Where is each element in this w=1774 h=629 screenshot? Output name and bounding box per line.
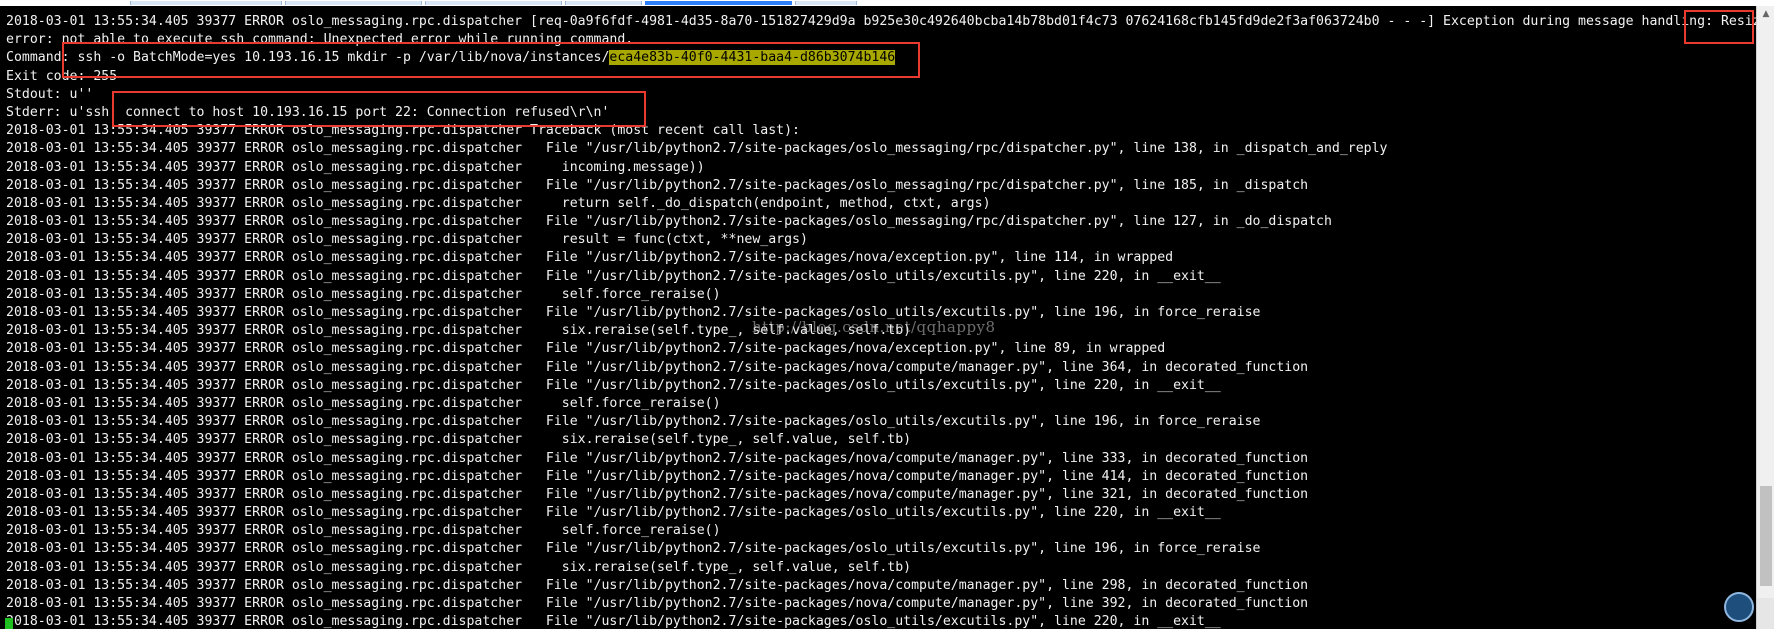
log-line: 2018-03-01 13:55:34.405 39377 ERROR oslo… — [6, 577, 1756, 595]
triangle-up-icon[interactable]: ▲ — [1757, 6, 1774, 22]
log-line: 2018-03-01 13:55:34.405 39377 ERROR oslo… — [6, 286, 1756, 304]
log-line: 2018-03-01 13:55:34.405 39377 ERROR oslo… — [6, 195, 1756, 213]
log-line-text: 2018-03-01 13:55:34.405 39377 ERROR oslo… — [6, 395, 721, 411]
log-line: 2018-03-01 13:55:34.405 39377 ERROR oslo… — [6, 504, 1756, 522]
log-line-text: 2018-03-01 13:55:34.405 39377 ERROR oslo… — [6, 614, 1221, 629]
log-line: 2018-03-01 13:55:34.405 39377 ERROR oslo… — [6, 486, 1756, 504]
session-tab[interactable] — [130, 1, 282, 5]
scrollbar-thumb[interactable] — [1760, 486, 1772, 586]
log-line-text: 2018-03-01 13:55:34.405 39377 ERROR oslo… — [6, 414, 1261, 430]
app-logo-icon[interactable] — [1724, 592, 1754, 622]
log-line: 2018-03-01 13:55:34.405 39377 ERROR oslo… — [6, 468, 1756, 486]
log-line-text: 2018-03-01 13:55:34.405 39377 ERROR oslo… — [6, 232, 808, 248]
log-line: 2018-03-01 13:55:34.405 39377 ERROR oslo… — [6, 377, 1756, 395]
log-line-text: 2018-03-01 13:55:34.405 39377 ERROR oslo… — [6, 541, 1261, 557]
log-line: 2018-03-01 13:55:34.405 39377 ERROR oslo… — [6, 304, 1756, 322]
scrollbar-corner — [1757, 598, 1774, 629]
log-line: 2018-03-01 13:55:34.405 39377 ERROR oslo… — [6, 249, 1756, 267]
log-line-text: Stdout: u'' — [6, 86, 94, 102]
log-line-text: 2018-03-01 13:55:34.405 39377 ERROR oslo… — [6, 305, 1261, 320]
log-line: 2018-03-01 13:55:34.405 39377 ERROR oslo… — [6, 159, 1756, 177]
log-line: 2018-03-01 13:55:34.405 39377 ERROR oslo… — [6, 268, 1756, 286]
session-tab[interactable] — [285, 1, 422, 5]
log-line-text: 2018-03-01 13:55:34.405 39377 ERROR oslo… — [6, 523, 721, 539]
terminal-output[interactable]: 2018-03-01 13:55:34.405 39377 ERROR oslo… — [0, 6, 1756, 629]
log-line: 2018-03-01 13:55:34.405 39377 ERROR oslo… — [6, 140, 1756, 158]
terminal-cursor — [5, 618, 13, 629]
annotation-box-stderr — [112, 91, 646, 127]
log-line-text: 2018-03-01 13:55:34.405 39377 ERROR oslo… — [6, 14, 1756, 29]
log-line: 2018-03-01 13:55:34.405 39377 ERROR oslo… — [6, 322, 1756, 340]
annotation-box-resize — [1684, 10, 1754, 44]
log-line-text: 2018-03-01 13:55:34.405 39377 ERROR oslo… — [6, 214, 1332, 230]
log-line-text: 2018-03-01 13:55:34.405 39377 ERROR oslo… — [6, 577, 1309, 593]
annotation-box-command — [62, 42, 920, 78]
log-line-text: 2018-03-01 13:55:34.405 39377 ERROR oslo… — [6, 195, 991, 211]
log-line: 2018-03-01 13:55:34.405 39377 ERROR oslo… — [6, 413, 1756, 431]
log-line-text: 2018-03-01 13:55:34.405 39377 ERROR oslo… — [6, 596, 1309, 611]
session-tab-active[interactable] — [645, 1, 792, 5]
log-line-text: 2018-03-01 13:55:34.405 39377 ERROR oslo… — [6, 432, 912, 448]
log-line: 2018-03-01 13:55:34.405 39377 ERROR oslo… — [6, 177, 1756, 195]
log-line: 2018-03-01 13:55:34.405 39377 ERROR oslo… — [6, 540, 1756, 558]
log-line: 2018-03-01 13:55:34.405 39377 ERROR oslo… — [6, 359, 1756, 377]
log-line-text: 2018-03-01 13:55:34.405 39377 ERROR oslo… — [6, 159, 705, 175]
log-line-text: 2018-03-01 13:55:34.405 39377 ERROR oslo… — [6, 286, 721, 302]
log-line-text: 2018-03-01 13:55:34.405 39377 ERROR oslo… — [6, 250, 1174, 266]
log-line-text: 2018-03-01 13:55:34.405 39377 ERROR oslo… — [6, 486, 1309, 502]
session-tab[interactable] — [565, 1, 642, 5]
log-line: 2018-03-01 13:55:34.405 39377 ERROR oslo… — [6, 450, 1756, 468]
log-line-text: 2018-03-01 13:55:34.405 39377 ERROR oslo… — [6, 559, 912, 575]
log-line: 2018-03-01 13:55:34.405 39377 ERROR oslo… — [6, 231, 1756, 249]
log-line: 2018-03-01 13:55:34.405 39377 ERROR oslo… — [6, 13, 1756, 31]
log-line-text: 2018-03-01 13:55:34.405 39377 ERROR oslo… — [6, 468, 1309, 484]
vertical-scrollbar[interactable]: ▲ — [1756, 6, 1774, 629]
log-line-text: 2018-03-01 13:55:34.405 39377 ERROR oslo… — [6, 177, 1309, 193]
log-line-text: 2018-03-01 13:55:34.405 39377 ERROR oslo… — [6, 323, 912, 339]
log-line: 2018-03-01 13:55:34.405 39377 ERROR oslo… — [6, 213, 1756, 231]
log-line-text: 2018-03-01 13:55:34.405 39377 ERROR oslo… — [6, 141, 1388, 157]
log-line: 2018-03-01 13:55:34.405 39377 ERROR oslo… — [6, 559, 1756, 577]
session-tab[interactable] — [795, 1, 857, 5]
log-line: 2018-03-01 13:55:34.405 39377 ERROR oslo… — [6, 522, 1756, 540]
log-line: 2018-03-01 13:55:34.405 39377 ERROR oslo… — [6, 595, 1756, 613]
log-line: 2018-03-01 13:55:34.405 39377 ERROR oslo… — [6, 340, 1756, 358]
log-line: 2018-03-01 13:55:34.405 39377 ERROR oslo… — [6, 613, 1756, 629]
log-line-text: 2018-03-01 13:55:34.405 39377 ERROR oslo… — [6, 359, 1309, 375]
log-line-text: 2018-03-01 13:55:34.405 39377 ERROR oslo… — [6, 268, 1221, 284]
log-line-text: 2018-03-01 13:55:34.405 39377 ERROR oslo… — [6, 505, 1221, 521]
log-line-text: 2018-03-01 13:55:34.405 39377 ERROR oslo… — [6, 450, 1309, 466]
log-line-text: 2018-03-01 13:55:34.405 39377 ERROR oslo… — [6, 341, 1166, 357]
log-line: 2018-03-01 13:55:34.405 39377 ERROR oslo… — [6, 395, 1756, 413]
session-tab[interactable] — [425, 1, 562, 5]
log-line: 2018-03-01 13:55:34.405 39377 ERROR oslo… — [6, 431, 1756, 449]
log-line-text: 2018-03-01 13:55:34.405 39377 ERROR oslo… — [6, 377, 1221, 393]
